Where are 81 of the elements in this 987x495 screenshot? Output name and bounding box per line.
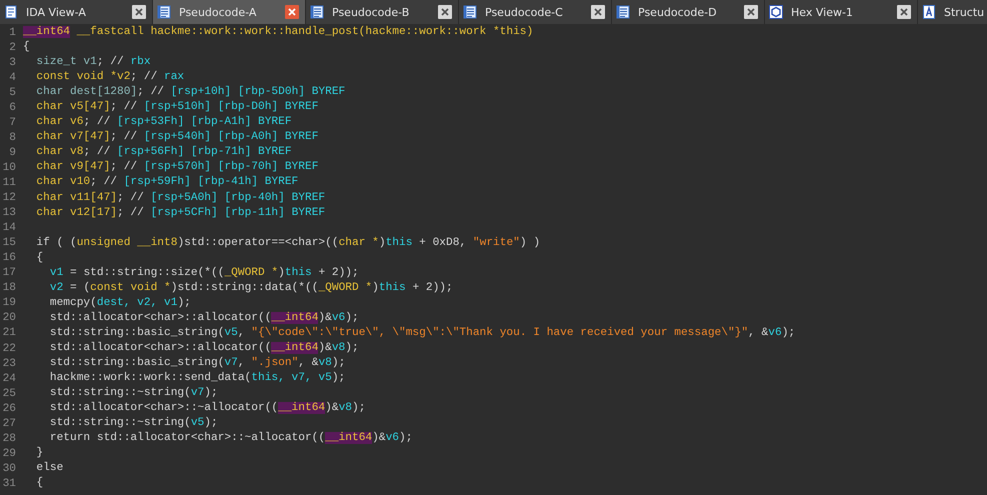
- line-number: 29: [2, 448, 16, 460]
- tab[interactable]: Pseudocode-B: [306, 0, 459, 24]
- line-number: 18: [2, 282, 16, 294]
- line-number: 23: [2, 358, 16, 370]
- code-line: char v9[47]; // [rsp+570h] [rbp-70h] BYREF: [35, 160, 318, 176]
- code-line: hackme::work::work::send_data(this, v7, v5);: [48, 371, 346, 386]
- code-line: memcpy(dest, v2, v1);: [48, 296, 191, 311]
- code-line: std::string::~string(v7);: [48, 386, 218, 402]
- code-line: size_t v1; // rbx: [35, 55, 151, 70]
- code-line: {: [35, 250, 44, 266]
- tab[interactable]: Pseudocode-D: [612, 0, 765, 24]
- line-number: 21: [2, 327, 16, 340]
- line-number: 17: [2, 267, 16, 280]
- line-number: 14: [2, 222, 16, 234]
- code-line: std::allocator<char>::allocator((__int64)&v6);: [48, 310, 359, 326]
- document-icon: [310, 5, 324, 19]
- code-line: char v5[47]; // [rsp+510h] [rbp-D0h] BYREF: [35, 100, 318, 116]
- line-number: 1: [8, 26, 16, 39]
- tab[interactable]: Pseudocode-A: [153, 0, 306, 24]
- code-line: char v12[17]; // [rsp+5CFh] [rbp-11h] BYREF: [35, 206, 326, 221]
- document-icon: [4, 5, 18, 19]
- code-line: char v7[47]; // [rsp+540h] [rbp-A0h] BYREF: [35, 130, 318, 146]
- close-icon[interactable]: [438, 5, 452, 19]
- tab[interactable]: Hex View-1: [765, 0, 918, 24]
- code-line: v1 = std::string::size(*((_QWORD *)this + 2));: [48, 266, 359, 281]
- code-line: __int64 __fastcall hackme::work::work::handle_post(hackme::work::work *this): [23, 25, 534, 40]
- line-number: 24: [2, 372, 16, 385]
- code-line: char v8; // [rsp+56Fh] [rbp-71h] BYREF: [35, 145, 292, 160]
- line-number: 30: [2, 462, 16, 475]
- code-line: if ( (unsigned __int8)std::operator==<char>((char *)this + 0xD8, "write") ): [35, 236, 540, 251]
- code-line: std::allocator<char>::allocator((__int64)&v8);: [48, 341, 359, 356]
- line-number: 27: [2, 418, 16, 430]
- close-icon[interactable]: [744, 5, 758, 19]
- code-line: std::string::basic_string(v5, "{\"code\":\"true\", \"msg\":\"Thank you. I have received your message\"}", &v6);: [48, 326, 796, 341]
- close-icon[interactable]: [591, 5, 605, 19]
- tab[interactable]: Pseudocode-C: [459, 0, 612, 24]
- line-number: 16: [2, 252, 16, 264]
- document-icon: [463, 5, 477, 19]
- code-line: char v10; // [rsp+59Fh] [rbp-41h] BYREF: [35, 175, 298, 190]
- tab[interactable]: Structu: [918, 0, 987, 24]
- code-line: std::string::~string(v5);: [48, 416, 218, 432]
- line-number: 13: [2, 207, 16, 220]
- line-number: 10: [2, 162, 16, 174]
- line-number: 2: [8, 42, 16, 54]
- line-number: 7: [8, 116, 16, 129]
- close-icon[interactable]: [285, 5, 299, 19]
- code-line: std::allocator<char>::~allocator((__int64)&v8);: [48, 401, 366, 416]
- line-number: 8: [8, 132, 16, 144]
- close-icon[interactable]: [132, 5, 146, 19]
- code-line: std::string::basic_string(v7, ".json", &v8);: [48, 356, 346, 372]
- hexagon-icon: [769, 5, 783, 19]
- close-icon[interactable]: [897, 5, 911, 19]
- tab[interactable]: IDA View-A: [0, 0, 153, 24]
- structure-icon: [922, 5, 936, 19]
- code-line: else: [35, 461, 64, 476]
- code-line: }: [35, 446, 44, 462]
- line-number: 9: [8, 146, 16, 159]
- code-line: {: [23, 40, 30, 56]
- line-number: 12: [2, 192, 16, 204]
- line-number: 22: [2, 342, 16, 354]
- code-line: return std::allocator<char>::~allocator((__int64)&v6);: [48, 431, 412, 446]
- line-number: 6: [8, 102, 16, 114]
- code-line: char v11[47]; // [rsp+5A0h] [rbp-40h] BYREF: [35, 190, 326, 206]
- line-number: 19: [2, 297, 16, 310]
- line-number: 4: [8, 72, 16, 84]
- line-number: 31: [2, 478, 16, 490]
- line-number: 26: [2, 402, 16, 415]
- line-number: 25: [2, 388, 16, 400]
- line-number: 15: [2, 237, 16, 250]
- code-line: char v6; // [rsp+53Fh] [rbp-A1h] BYREF: [35, 115, 292, 130]
- code-line: const void *v2; // rax: [35, 70, 184, 86]
- line-number: 5: [8, 86, 16, 99]
- code-line: v2 = (const void *)std::string::data(*((_QWORD *)this + 2));: [48, 280, 453, 296]
- line-number: 28: [2, 432, 16, 445]
- document-icon: [157, 5, 171, 19]
- document-icon: [616, 5, 630, 19]
- code-line: char dest[1280]; // [rsp+10h] [rbp-5D0h] BYREF: [35, 85, 346, 100]
- line-number: 11: [2, 176, 16, 189]
- line-number: 20: [2, 312, 16, 324]
- line-number: 3: [8, 56, 16, 69]
- code-line: {: [35, 476, 44, 492]
